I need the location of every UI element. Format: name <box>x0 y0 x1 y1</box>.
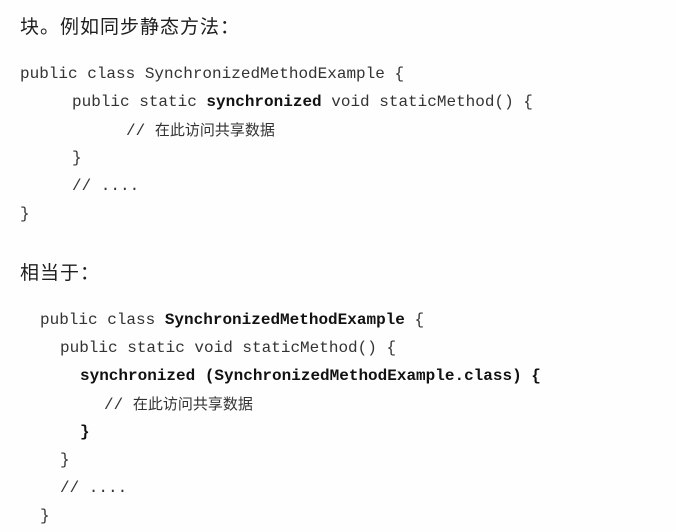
intro-heading: 块。例如同步静态方法： <box>20 16 241 38</box>
code-line-synchronized-block: synchronized (SynchronizedMethodExample.… <box>80 367 541 385</box>
code-line: } <box>60 451 70 469</box>
code-line: } <box>20 205 30 223</box>
comment-text: 在此访问共享数据 <box>154 121 275 139</box>
code-text: public static <box>72 93 207 111</box>
code-line: // .... <box>72 177 140 195</box>
code-text: { <box>404 311 425 329</box>
code-line: public class SynchronizedMethodExample { <box>20 65 405 83</box>
code-text: public class <box>40 311 165 329</box>
code-line-comment: // 在此访问共享数据 <box>126 120 275 140</box>
code-line: public class SynchronizedMethodExample { <box>40 310 424 330</box>
code-line: public static void staticMethod() { <box>60 339 397 357</box>
class-name: SynchronizedMethodExample <box>164 311 405 329</box>
keyword-synchronized: synchronized <box>206 93 322 111</box>
code-line: } <box>40 507 50 525</box>
code-line: // .... <box>60 479 128 497</box>
code-line: public static synchronized void staticMe… <box>72 92 533 112</box>
book-page: 块。例如同步静态方法： public class SynchronizedMet… <box>0 0 676 531</box>
equivalent-heading: 相当于： <box>20 262 101 284</box>
code-block-synchronized-class: public class SynchronizedMethodExample {… <box>0 0 541 525</box>
comment-marker: // <box>126 122 155 140</box>
code-line: } <box>80 423 90 441</box>
code-line: } <box>72 149 82 167</box>
code-text: void staticMethod() { <box>321 93 533 111</box>
comment-marker: // <box>104 396 133 414</box>
code-line-comment: // 在此访问共享数据 <box>104 394 253 414</box>
comment-text: 在此访问共享数据 <box>132 395 253 413</box>
